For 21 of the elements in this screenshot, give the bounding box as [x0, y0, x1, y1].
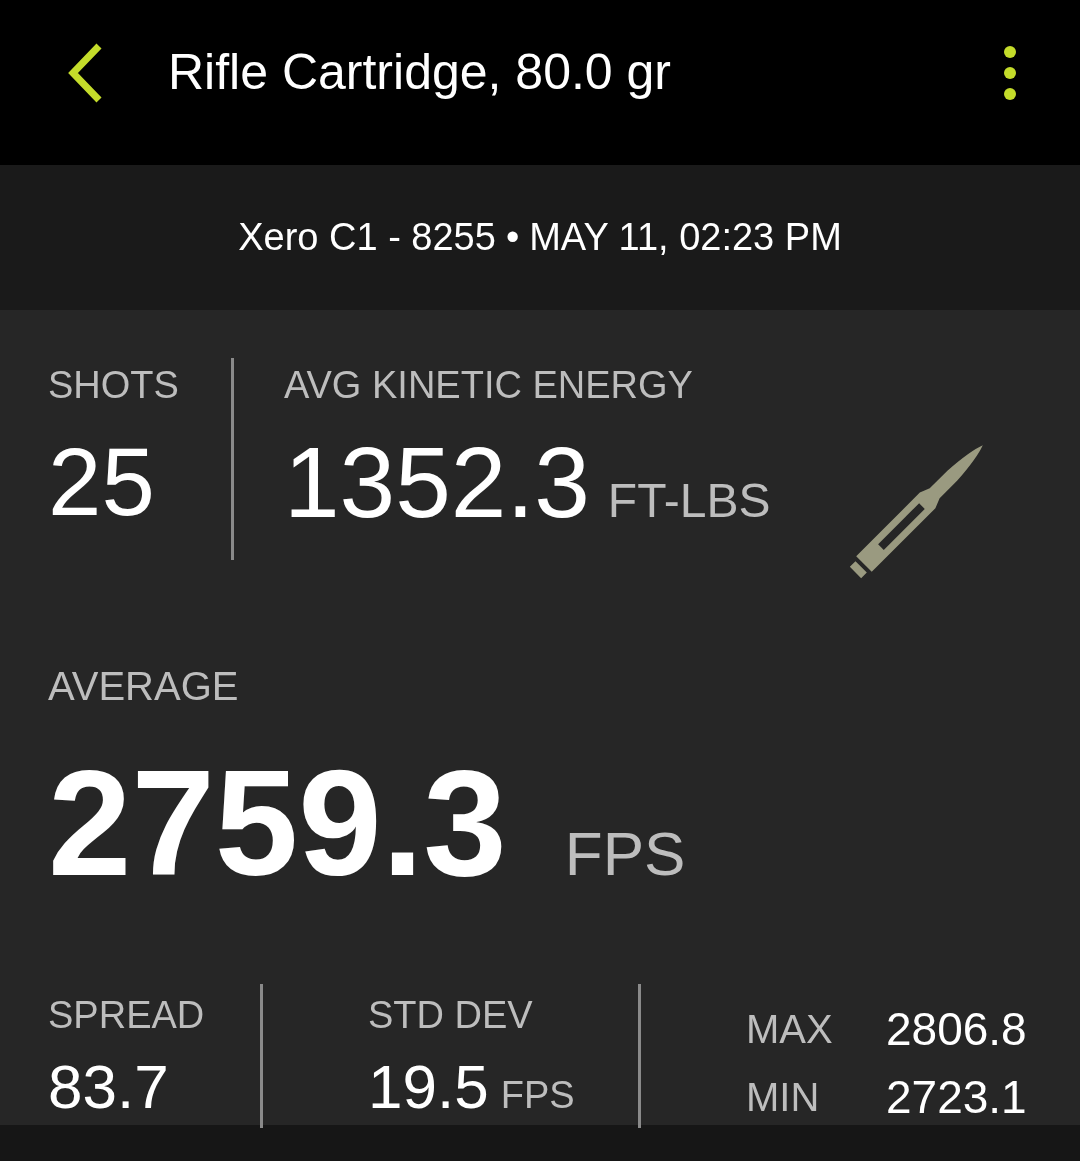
average-value: 2759.3 — [48, 748, 507, 898]
session-date: MAY 11, 02:23 PM — [529, 215, 842, 260]
spread-value: 83.7 — [48, 1056, 170, 1118]
shots-value: 25 — [48, 434, 156, 530]
energy-label: AVG KINETIC ENERGY — [284, 366, 694, 404]
extreme-label: MIN — [746, 1077, 821, 1117]
extreme-value: 2723.1 — [886, 1074, 1027, 1120]
separator-dot: • — [505, 215, 520, 260]
extreme-value: 2806.8 — [886, 1006, 1027, 1052]
std-dev-label: STD DEV — [368, 996, 534, 1034]
extreme-label: MAX — [746, 1009, 834, 1049]
screen-title: Rifle Cartridge, 80.0 gr — [168, 43, 672, 102]
shots-label: SHOTS — [48, 366, 180, 404]
energy-value: 1352.3 — [284, 432, 590, 532]
average-unit: FPS — [564, 823, 686, 885]
average-label: AVERAGE — [48, 666, 240, 706]
spread-label: SPREAD — [48, 996, 206, 1034]
std-dev-value: 19.5 — [368, 1056, 489, 1118]
energy-unit: FT-LBS — [607, 477, 771, 525]
device-name: Xero C1 - 8255 — [238, 215, 496, 260]
std-dev-unit: FPS — [500, 1076, 575, 1114]
